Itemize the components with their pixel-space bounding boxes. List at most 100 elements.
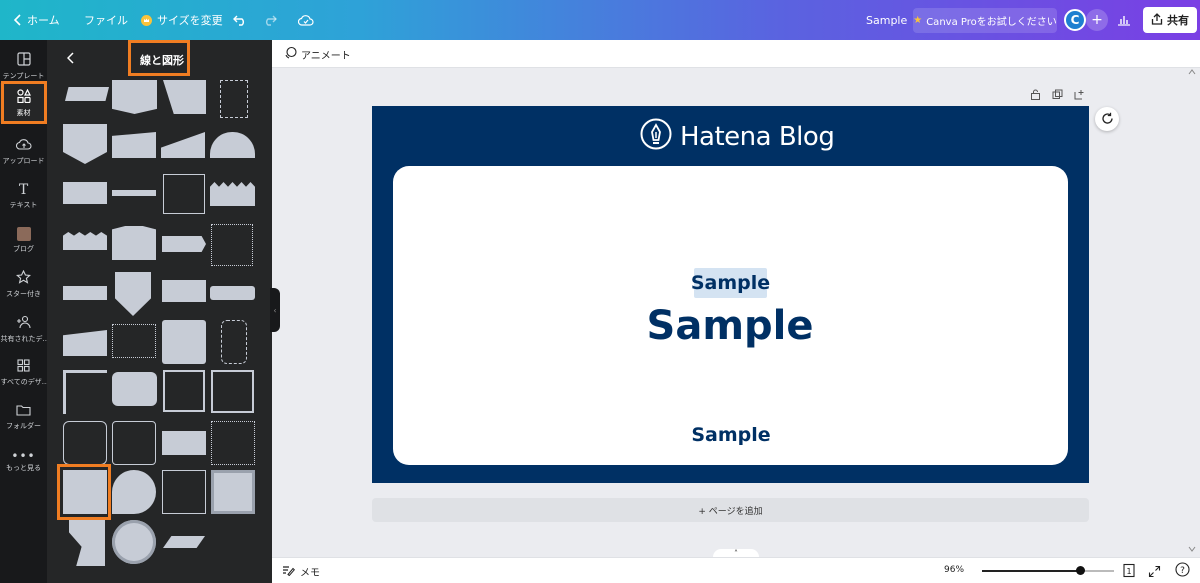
zoom-percent[interactable]: 96% [944,565,964,575]
shape-circle[interactable] [112,520,156,564]
shape-parallelogram[interactable] [163,536,205,548]
shape-pennant[interactable] [112,80,157,114]
undo-button[interactable] [233,0,247,40]
rail-item-more[interactable]: ••• もっと見る [0,440,47,484]
file-menu[interactable]: ファイル [84,0,128,40]
save-status-button[interactable] [298,0,314,40]
shape-rounded-bar[interactable] [210,286,255,300]
brand-name: Hatena Blog [680,122,835,152]
shape-stamp-square[interactable] [162,320,206,364]
shape-arch[interactable] [210,132,255,158]
shape-dotted-frame[interactable] [211,224,253,266]
try-pro-button[interactable]: ★ Canva Proをお試しください [913,8,1057,33]
shape-wave-strip[interactable] [63,232,107,250]
refresh-icon [1101,110,1114,129]
shape-square-frame-thin[interactable] [211,370,254,413]
rail-label: スター付き [6,289,41,298]
shape-arrow-tag[interactable] [162,236,206,252]
shape-speech-rect[interactable] [162,280,206,302]
page-count-button[interactable]: 1 [1122,563,1136,582]
shape-square-frame[interactable] [163,370,205,412]
home-button[interactable]: ホーム [14,0,60,40]
refresh-button[interactable] [1095,107,1119,131]
shape-rounded-frame[interactable] [221,320,247,364]
zoom-slider-knob[interactable] [1075,566,1085,575]
shape-shield[interactable] [63,124,107,164]
rail-item-all-designs[interactable]: すべてのデザ... [0,351,47,395]
zoom-slider[interactable] [982,566,1114,575]
sample-text-small[interactable]: Sample [691,268,770,298]
redo-button[interactable] [263,0,277,40]
home-label: ホーム [27,14,60,27]
add-collaborator-button[interactable]: + [1086,9,1108,31]
crown-icon: ★ [913,15,923,26]
sample-text-bottom[interactable]: Sample [660,421,802,449]
shape-3d-block[interactable] [163,80,206,114]
rail-item-uploads[interactable]: アップロード [0,130,47,174]
shape-dotted-square[interactable] [211,421,255,465]
shape-rounded-square-frame-2[interactable] [112,421,156,465]
layout-icon [16,51,31,68]
fullscreen-button[interactable] [1148,563,1161,582]
chevron-left-icon [14,14,22,26]
svg-text:?: ? [1180,566,1185,576]
hatena-pen-icon [640,118,672,157]
cloud-check-icon [298,14,314,26]
star-icon [15,269,32,286]
shape-stamp-strip[interactable] [63,286,107,300]
chevron-left-small-icon: ‹ [273,305,277,315]
rail-item-blog[interactable]: ブログ [0,218,47,262]
shape-inset-square[interactable] [211,470,255,514]
notes-button[interactable]: メモ [282,564,320,579]
rail-item-text[interactable]: T テキスト [0,174,47,218]
resize-button[interactable]: サイズを変更 [141,0,223,40]
file-label: ファイル [84,14,128,27]
duplicate-icon[interactable] [1052,89,1063,100]
vertical-scrollbar[interactable] [1187,68,1197,553]
bar-chart-icon [1117,14,1131,26]
shape-line[interactable] [112,190,156,196]
shape-torn-paper[interactable] [69,518,105,566]
design-title[interactable]: Sample [866,0,907,40]
shape-gem[interactable] [115,272,151,316]
sample-text-large[interactable]: Sample [630,300,830,352]
shape-dotted-rect[interactable] [112,324,156,358]
back-chevron-icon[interactable] [66,52,75,68]
shape-ramp[interactable] [63,330,107,356]
avatar-letter: C [1070,13,1080,27]
notes-label: メモ [300,568,320,579]
rail-item-shared[interactable]: 共有されたデ... [0,307,47,351]
cloud-upload-icon [15,138,32,153]
panel-collapse-handle[interactable]: ‹ [270,288,280,332]
insights-button[interactable] [1117,0,1131,40]
shape-frame-ornate[interactable] [163,174,205,214]
rail-item-starred[interactable]: スター付き [0,262,47,306]
rail-item-folders[interactable]: フォルダー [0,395,47,439]
lock-icon[interactable] [1030,89,1041,100]
rail-label: テキスト [9,200,38,209]
help-button[interactable]: ? [1175,562,1190,581]
shape-ribbon[interactable] [65,87,109,101]
design-title-text: Sample [866,13,908,27]
shape-tab[interactable] [112,226,156,260]
shape-rectangle-banner[interactable] [63,182,107,204]
shape-dashed-frame[interactable] [220,80,248,118]
animate-button[interactable]: アニメート [284,46,351,62]
share-button[interactable]: 共有 [1143,7,1197,33]
shape-corner-frame[interactable] [63,370,107,414]
add-page-button[interactable]: + ページを追加 [372,498,1089,522]
brand-logo[interactable]: Hatena Blog [640,118,835,157]
shape-square-outline[interactable] [162,470,206,514]
shape-rounded-square-frame[interactable] [63,421,107,465]
shape-square-stamp[interactable] [162,431,206,455]
avatar[interactable]: C [1064,9,1086,31]
shape-speech-bubble[interactable] [112,372,157,406]
shape-trapezoid[interactable] [112,132,156,158]
shape-leaf[interactable] [112,470,156,514]
add-page-icon[interactable] [1074,89,1085,100]
grid-icon [17,359,30,374]
square-shape-highlight-box [57,464,111,520]
shape-torn-edge[interactable] [210,182,255,206]
shape-slant[interactable] [161,132,205,158]
rail-label: ブログ [13,244,34,253]
